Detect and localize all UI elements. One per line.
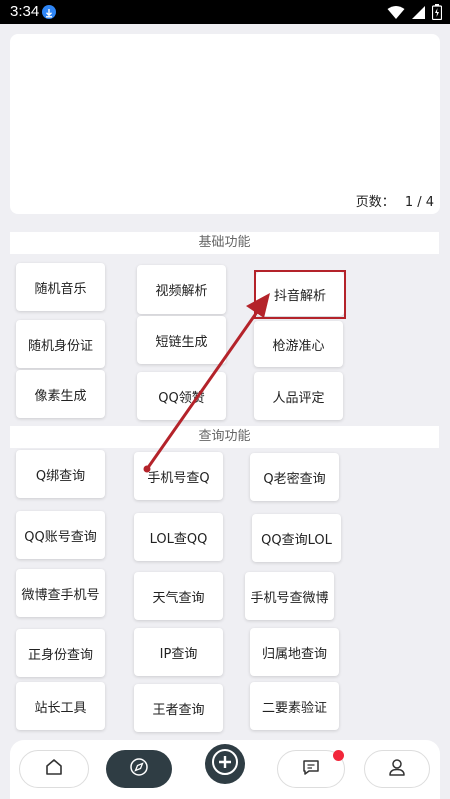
weibo-to-phone-button[interactable]: 微博查手机号 — [16, 569, 105, 617]
page-indicator: 页数： 1 / 4 — [356, 191, 434, 210]
banner-carousel[interactable]: 页数： 1 / 4 — [10, 34, 440, 214]
qq-account-query-button[interactable]: QQ账号查询 — [16, 511, 105, 559]
status-icons — [387, 4, 443, 24]
section-title-basic: 基础功能 — [10, 232, 439, 254]
highlight-box — [254, 270, 346, 319]
qq-to-lol-button[interactable]: QQ查询LOL — [252, 514, 341, 562]
character-rating-button[interactable]: 人品评定 — [254, 372, 343, 420]
tab-discover[interactable] — [106, 750, 172, 788]
pixel-gen-button[interactable]: 像素生成 — [16, 370, 105, 418]
crosshair-button[interactable]: 枪游准心 — [254, 321, 343, 367]
status-bar: 3:34 — [0, 0, 450, 24]
short-link-button[interactable]: 短链生成 — [137, 316, 226, 364]
ip-query-button[interactable]: IP查询 — [134, 628, 223, 676]
weather-query-button[interactable]: 天气查询 — [134, 572, 223, 620]
location-query-button[interactable]: 归属地查询 — [250, 628, 339, 676]
lol-to-qq-button[interactable]: LOL查QQ — [134, 513, 223, 561]
q-old-password-button[interactable]: Q老密查询 — [250, 453, 339, 501]
webmaster-tools-button[interactable]: 站长工具 — [16, 682, 105, 730]
honor-of-kings-button[interactable]: 王者查询 — [134, 684, 223, 732]
qq-like-button[interactable]: QQ领赞 — [137, 372, 226, 420]
random-music-button[interactable]: 随机音乐 — [16, 263, 105, 311]
wifi-icon — [387, 5, 405, 24]
page-label: 页数： — [355, 195, 395, 210]
signal-icon — [411, 5, 426, 24]
two-factor-verify-button[interactable]: 二要素验证 — [250, 682, 339, 730]
tab-home[interactable] — [19, 750, 89, 788]
home-icon — [44, 757, 64, 781]
user-icon — [387, 757, 407, 781]
bottom-tab-bar — [10, 740, 440, 799]
message-icon — [301, 757, 321, 781]
download-notification-icon — [42, 5, 56, 19]
plus-icon — [210, 747, 240, 781]
section-title-query: 查询功能 — [10, 426, 439, 448]
random-id-button[interactable]: 随机身份证 — [16, 320, 105, 368]
page-value: 1 / 4 — [404, 195, 434, 210]
compass-icon — [129, 757, 149, 781]
battery-icon — [431, 4, 443, 24]
id-query-button[interactable]: 正身份查询 — [16, 629, 105, 677]
phone-to-qq-button[interactable]: 手机号查Q — [134, 452, 223, 500]
notification-badge — [333, 750, 344, 761]
tab-add-button[interactable] — [205, 744, 245, 784]
qbind-query-button[interactable]: Q绑查询 — [16, 450, 105, 498]
status-time: 3:34 — [10, 3, 40, 20]
tab-profile[interactable] — [364, 750, 430, 788]
phone-to-weibo-button[interactable]: 手机号查微博 — [245, 572, 334, 620]
video-parse-button[interactable]: 视频解析 — [137, 265, 226, 314]
